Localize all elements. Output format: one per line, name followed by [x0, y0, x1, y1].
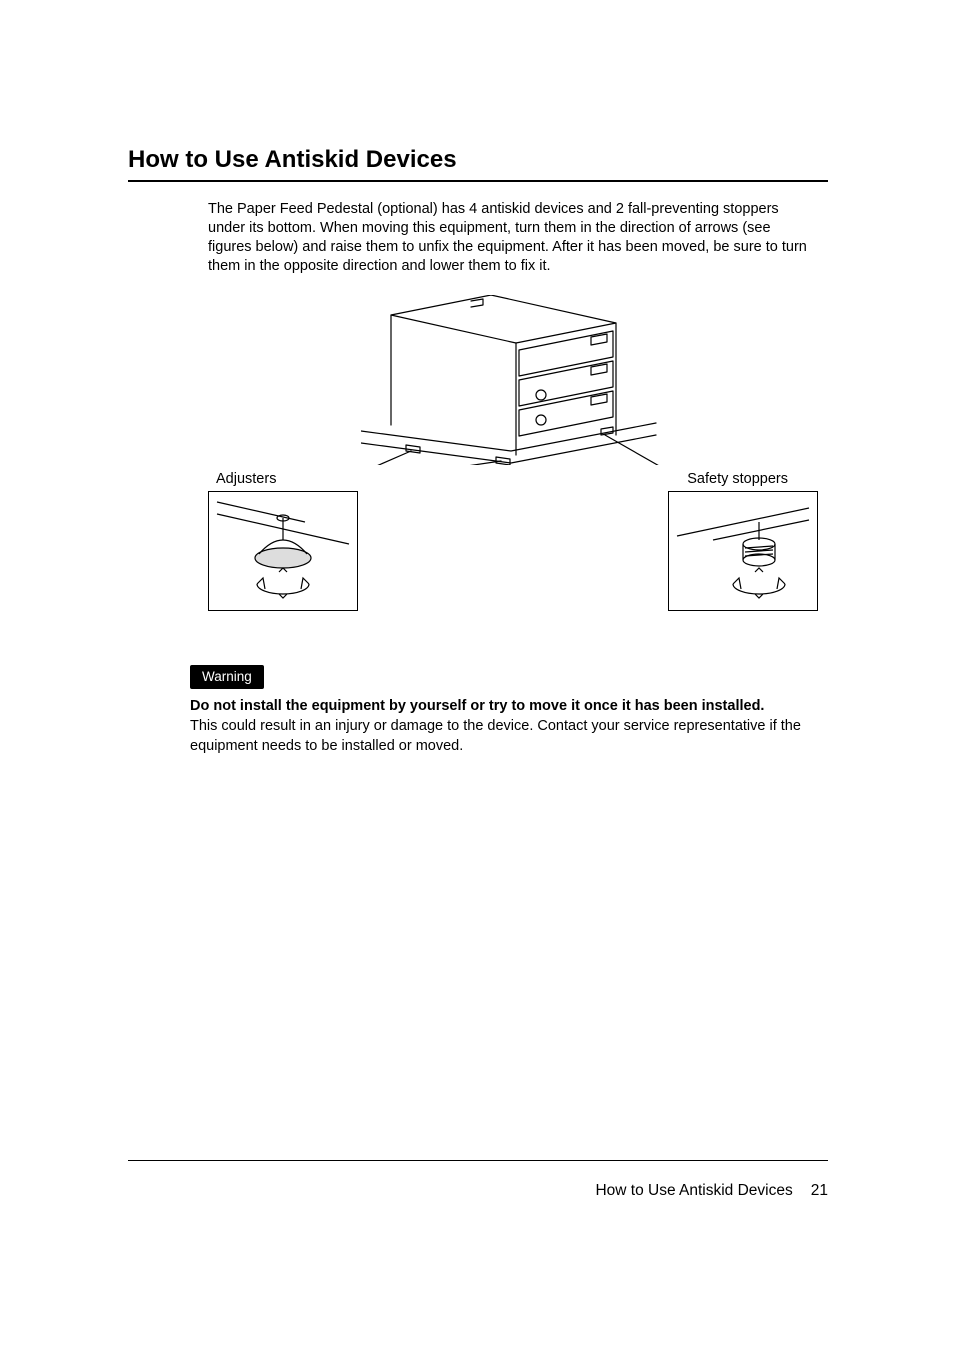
warning-badge: Warning — [190, 665, 264, 689]
content-area: How to Use Antiskid Devices The Paper Fe… — [128, 146, 828, 756]
warning-bold-text: Do not install the equipment by yourself… — [190, 697, 818, 717]
figure-labels-row: Adjusters Safety stoppers — [208, 471, 818, 487]
stopper-detail-box — [668, 491, 818, 611]
footer-title: How to Use Antiskid Devices — [595, 1182, 792, 1199]
page-root: How to Use Antiskid Devices The Paper Fe… — [0, 0, 954, 1351]
adjuster-detail-illustration — [213, 496, 353, 606]
pedestal-isometric-illustration — [361, 295, 666, 465]
figure-block: Adjusters Safety stoppers — [208, 295, 818, 611]
heading-rule — [128, 180, 828, 182]
intro-paragraph: The Paper Feed Pedestal (optional) has 4… — [208, 200, 818, 275]
warning-body-text: This could result in an injury or damage… — [190, 717, 818, 756]
footer: How to Use Antiskid Devices 21 — [128, 1182, 828, 1200]
detail-figures-row — [208, 491, 818, 611]
page-number: 21 — [811, 1182, 828, 1199]
adjusters-label: Adjusters — [216, 471, 276, 487]
adjuster-detail-box — [208, 491, 358, 611]
safety-stoppers-label: Safety stoppers — [687, 471, 788, 487]
stopper-detail-illustration — [673, 496, 813, 606]
footer-rule — [128, 1160, 828, 1161]
warning-section: Warning Do not install the equipment by … — [190, 665, 818, 756]
section-heading: How to Use Antiskid Devices — [128, 146, 828, 174]
